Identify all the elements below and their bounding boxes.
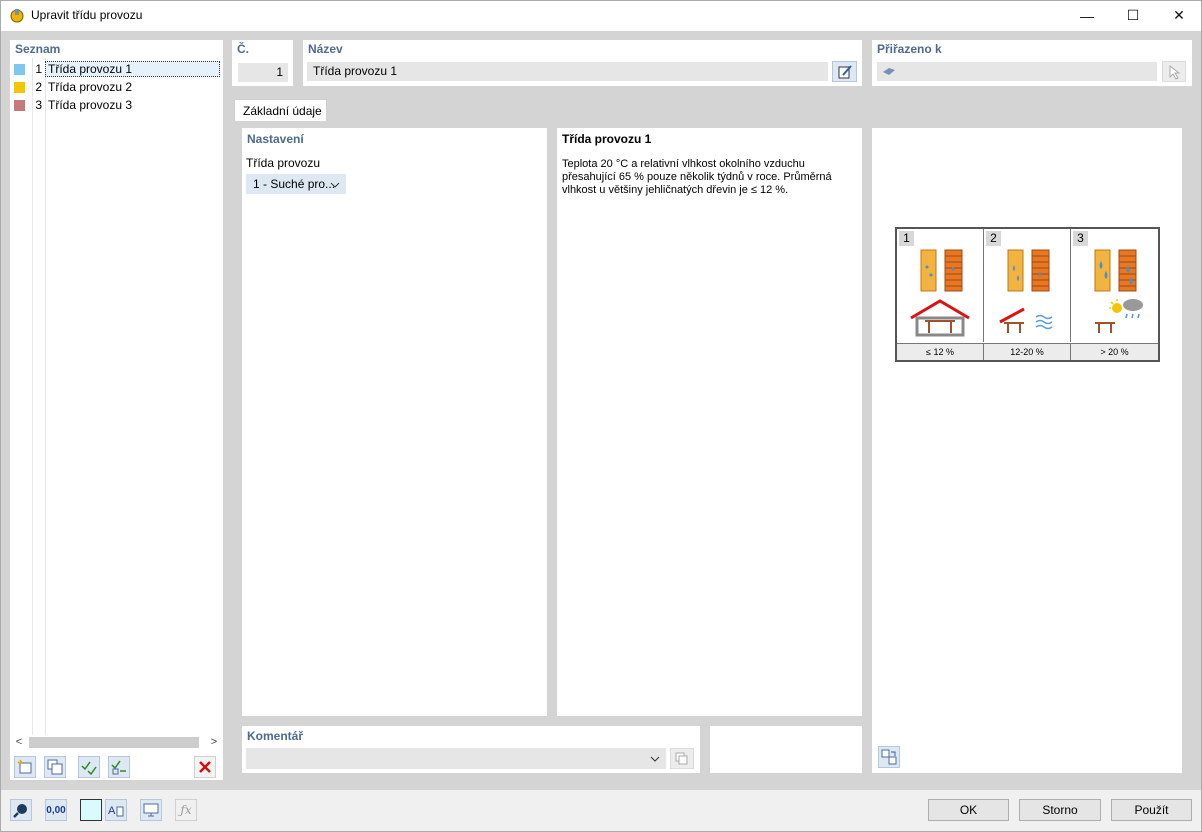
minimize-icon: — [1080,7,1094,24]
list-item[interactable]: 2 Třída provozu 2 [10,78,223,96]
edit-icon [838,64,852,78]
list-header: Seznam [15,42,61,56]
item-number: 1 [35,62,42,76]
title-bar [0,0,1202,31]
maximize-icon: ☐ [1126,7,1140,23]
item-label: Třída provozu 2 [48,80,133,94]
cancel-button[interactable]: Storno [1019,799,1101,821]
search-button[interactable] [10,799,32,821]
item-number: 2 [35,80,42,94]
close-icon: ✕ [1173,7,1185,23]
info-units-button[interactable]: A [105,799,127,821]
list-divider [45,58,46,735]
maximize-button[interactable]: ☐ [1110,0,1156,31]
new-item-icon [17,759,32,774]
check-swap-icon [111,760,126,775]
service-class-diagram: 1 ≤ 12 % 2 12-20 % 3 > 20 % [895,227,1160,362]
settings-header: Nastavení [247,132,304,146]
copy-item-button[interactable] [44,756,66,778]
display-icon [143,803,159,817]
settings-panel: Nastavení Třída provozu 1 - Suché pro... [242,128,547,716]
assigned-field[interactable] [877,62,1157,81]
number-field[interactable]: 1 [238,63,288,82]
check-all-icon [81,761,97,775]
list-divider [32,58,33,735]
diagram-cell-label: > 20 % [1071,343,1158,360]
close-button[interactable]: ✕ [1156,0,1202,31]
tab-basic-data[interactable]: Základní údaje [234,99,327,122]
decimal-icon: 0,00 [46,804,66,816]
view-button[interactable] [140,799,162,821]
copy-icon [47,759,63,775]
image-toggle-button[interactable] [878,746,900,768]
window-title: Upravit třídu provozu [31,8,143,22]
color-swatch [14,81,25,93]
scroll-thumb[interactable] [29,737,199,748]
app-icon [9,7,25,23]
edit-name-button[interactable] [832,61,857,82]
list-panel: Seznam 1 Třída provozu 1 2 Třída provozu… [10,40,223,780]
new-item-button[interactable] [14,756,36,778]
description-title: Třída provozu 1 [562,132,652,146]
color-swatch [14,99,25,111]
units-icon: A [108,805,124,817]
decimal-places-button[interactable]: 0,00 [45,799,67,821]
assigned-label: Přiřazeno k [877,42,942,56]
chevron-down-icon [330,182,340,188]
color-swatch [14,63,25,75]
service-class-value: 1 - Suché pro... [253,177,336,191]
svg-text:A: A [108,805,116,817]
object-icon [883,68,895,75]
scroll-left-icon[interactable]: < [10,735,28,750]
chevron-down-icon [650,756,660,762]
description-panel: Třída provozu 1 Teplota 20 °C a relativn… [557,128,862,716]
diagram-cell: 1 [897,229,984,342]
check-selected-button[interactable] [108,756,130,778]
item-label: Třída provozu 1 [45,61,220,77]
delete-button[interactable] [194,756,216,778]
comment-extra-panel [710,726,862,773]
covered-outdoor-illustration [999,249,1053,333]
name-label: Název [308,42,343,56]
number-label: Č. [237,42,249,56]
pick-cursor-icon [1169,64,1181,80]
number-panel: Č. 1 [232,40,293,86]
color-button[interactable] [80,799,102,821]
service-class-select[interactable]: 1 - Suché pro... [246,174,346,194]
item-number: 3 [35,98,42,112]
delete-icon [199,761,211,773]
name-field[interactable]: Třída provozu 1 [307,62,828,81]
dry-indoor-illustration [910,249,970,337]
outdoor-illustration [1094,249,1143,333]
comment-input[interactable] [246,748,666,769]
diagram-cell: 3 [1071,229,1158,342]
formula-button[interactable]: ƒx [175,799,197,821]
formula-icon: ƒx [180,803,192,817]
diagram-cell-label: 12-20 % [984,343,1071,360]
comment-label: Komentář [247,729,304,743]
name-panel: Název Třída provozu 1 [303,40,862,86]
assigned-panel: Přiřazeno k [872,40,1192,86]
copy-icon [675,752,688,765]
check-all-button[interactable] [78,756,100,778]
list-item[interactable]: 1 Třída provozu 1 [10,60,223,78]
scroll-right-icon[interactable]: > [205,735,223,750]
description-text: Teplota 20 °C a relativní vlhkost okolní… [562,158,832,196]
comment-library-button[interactable] [670,748,694,769]
minimize-button[interactable]: — [1064,0,1110,31]
comment-panel: Komentář [242,726,700,773]
diagram-cell-label: ≤ 12 % [897,343,984,360]
ok-button[interactable]: OK [928,799,1009,821]
search-icon [13,804,27,818]
list-item[interactable]: 3 Třída provozu 3 [10,96,223,114]
item-label: Třída provozu 3 [48,98,133,112]
swap-image-icon [881,749,897,765]
image-panel [872,128,1182,773]
service-class-label: Třída provozu [246,156,321,170]
apply-button[interactable]: Použít [1111,799,1192,821]
select-objects-button[interactable] [1162,61,1186,82]
diagram-cell: 2 [984,229,1071,342]
